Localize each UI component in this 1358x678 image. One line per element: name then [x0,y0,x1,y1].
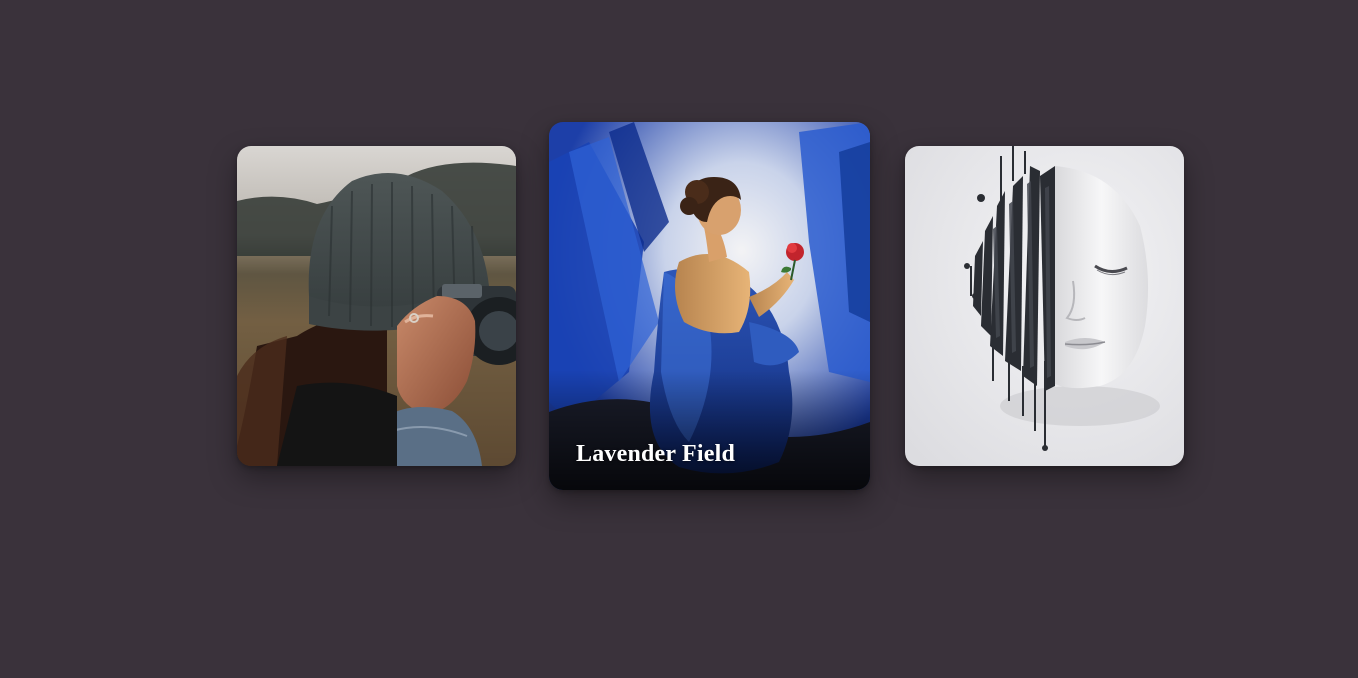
gallery-card-abstract-face[interactable] [905,146,1184,466]
gallery-stage: Lavender Field [0,0,1358,678]
gallery-card-lavender-field[interactable]: Lavender Field [549,122,870,490]
gallery-card-photographer[interactable] [237,146,516,466]
caption-overlay [549,370,870,490]
photographer-image [237,146,516,466]
card-title: Lavender Field [576,441,736,467]
abstract-face-sculpture-image [905,146,1184,466]
